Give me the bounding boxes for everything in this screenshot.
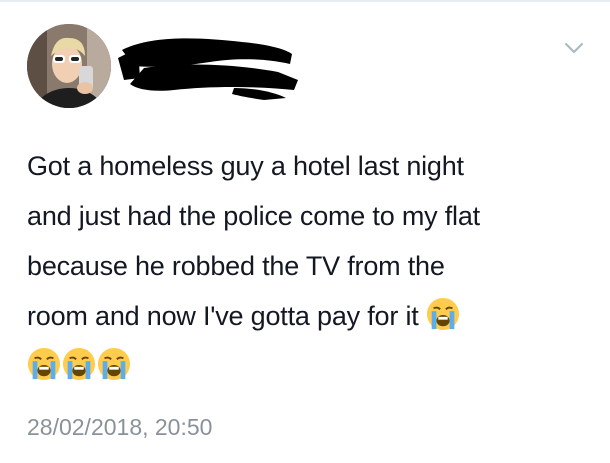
- tweet-line: because he robbed the TV from the: [27, 251, 445, 281]
- chevron-down-icon[interactable]: [563, 38, 585, 58]
- top-divider: [0, 0, 610, 2]
- tweet-text: Got a homeless guy a hotel last night an…: [27, 141, 592, 391]
- avatar[interactable]: [27, 24, 111, 108]
- tweet-line: Got a homeless guy a hotel last night: [27, 151, 464, 181]
- tweet-line-text: room and now I've gotta pay for it: [27, 301, 419, 331]
- avatar-photo: [27, 24, 111, 108]
- loudly-crying-face-icon: [97, 347, 131, 381]
- loudly-crying-face-icon: [27, 347, 61, 381]
- loudly-crying-face-icon: [426, 297, 459, 331]
- tweet-line: and just had the police come to my flat: [27, 201, 480, 231]
- tweet-line-last: room and now I've gotta pay for it: [27, 291, 592, 341]
- loudly-crying-face-icon: [62, 347, 96, 381]
- tweet-timestamp[interactable]: 28/02/2018, 20:50: [27, 414, 212, 441]
- emoji-row: [27, 341, 592, 391]
- redacted-username: [118, 38, 298, 100]
